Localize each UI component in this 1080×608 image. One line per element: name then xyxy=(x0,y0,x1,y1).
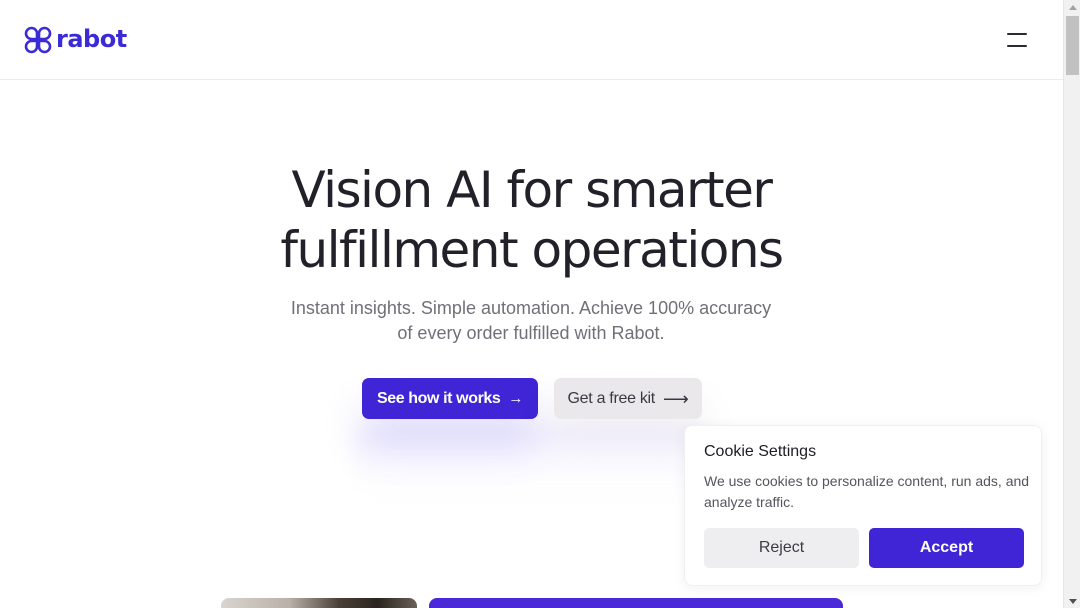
vertical-scrollbar[interactable] xyxy=(1063,0,1080,608)
hero-title: Vision AI for smarter fulfillment operat… xyxy=(0,160,1063,280)
menu-line-bottom xyxy=(1007,45,1027,47)
get-free-kit-label: Get a free kit xyxy=(567,389,656,407)
rabot-logo[interactable]: rabot xyxy=(24,25,127,54)
cookie-banner: Cookie Settings We use cookies to person… xyxy=(684,425,1042,586)
arrow-right-icon: ⟶ xyxy=(662,388,689,409)
accept-cookies-button[interactable]: Accept xyxy=(869,528,1024,568)
see-how-it-works-button[interactable]: See how it works → xyxy=(362,378,538,419)
hero-title-line-1: Vision AI for smarter xyxy=(291,161,773,219)
logo-wordmark: rabot xyxy=(56,25,127,53)
hero-subtitle-line-1: Instant insights. Simple automation. Ach… xyxy=(290,298,772,318)
arrow-right-icon: → xyxy=(508,390,524,407)
hero-subtitle-line-2: of every order fulfilled with Rabot. xyxy=(397,323,665,343)
site-header: rabot xyxy=(0,0,1063,80)
hero-photo xyxy=(221,598,417,608)
scrollbar-thumb[interactable] xyxy=(1066,16,1079,75)
menu-line-top xyxy=(1007,33,1027,35)
scroll-up-arrow-icon xyxy=(1068,4,1077,10)
page: rabot Vision AI for smarter fulfillment … xyxy=(0,0,1063,608)
get-free-kit-button[interactable]: Get a free kit ⟶ xyxy=(554,378,702,419)
hamburger-menu-icon[interactable] xyxy=(1000,26,1034,54)
scroll-down-arrow-icon xyxy=(1068,598,1077,604)
hero-media-panel xyxy=(429,598,843,608)
scroll-down-button[interactable] xyxy=(1064,594,1080,608)
cookie-banner-title: Cookie Settings xyxy=(704,443,817,460)
cookie-banner-text: We use cookies to personalize content, r… xyxy=(704,473,1030,510)
hero-subtitle: Instant insights. Simple automation. Ach… xyxy=(266,296,796,346)
scroll-up-button[interactable] xyxy=(1064,0,1080,14)
reject-cookies-button[interactable]: Reject xyxy=(704,528,859,568)
hero-title-line-2: fulfillment operations xyxy=(280,221,784,279)
rabot-logo-icon xyxy=(24,26,52,54)
cta-glow xyxy=(352,425,712,495)
see-how-it-works-label: See how it works xyxy=(376,389,501,407)
